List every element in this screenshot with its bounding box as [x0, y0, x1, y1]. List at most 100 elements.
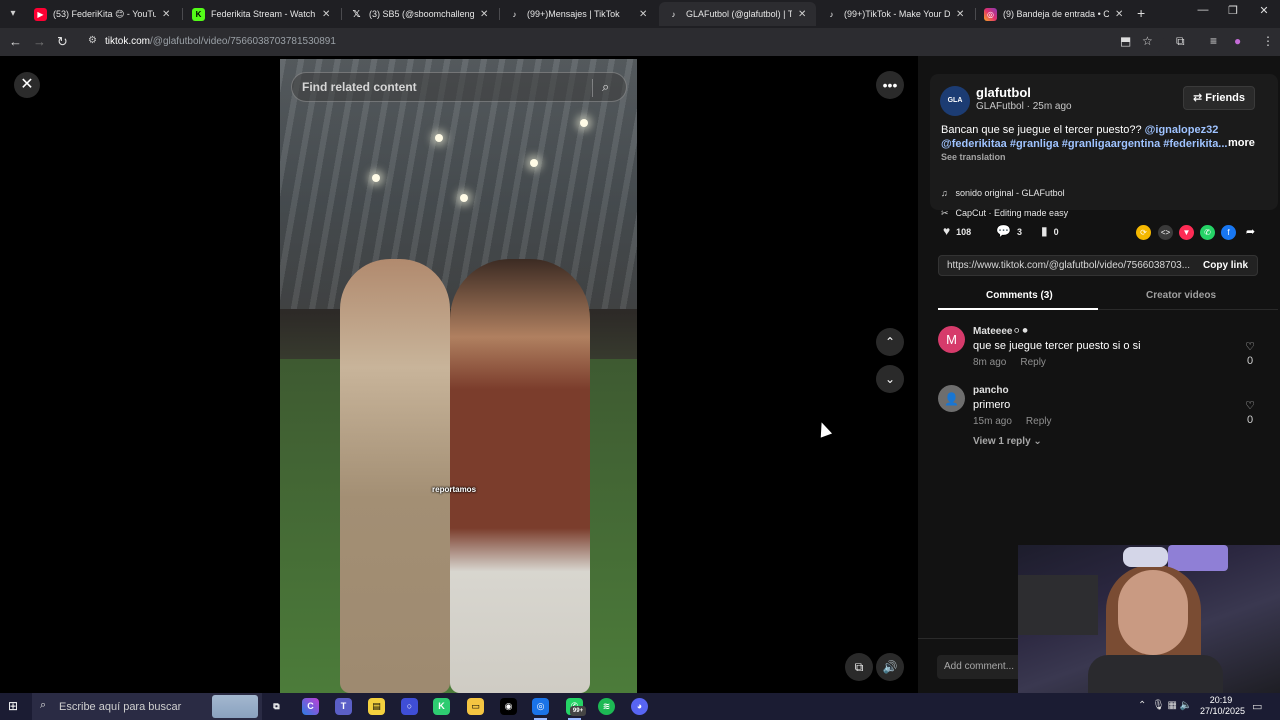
- chevron-up-icon[interactable]: ⌃: [1138, 700, 1146, 711]
- new-tab-button[interactable]: +: [1137, 5, 1145, 21]
- bookmark-star-icon[interactable]: ☆: [1142, 34, 1153, 48]
- kick-app-icon[interactable]: K: [433, 698, 450, 715]
- profile-avatar-icon[interactable]: ●: [1234, 34, 1241, 48]
- tab-search-icon[interactable]: ▾: [4, 5, 22, 23]
- previous-video-button[interactable]: ⌃: [876, 328, 904, 356]
- send-to-friends-icon[interactable]: ▼: [1179, 225, 1194, 240]
- author-avatar[interactable]: GLA: [940, 86, 970, 116]
- mention-link[interactable]: @ignalopez32: [1145, 124, 1219, 136]
- commenter-name[interactable]: Mateeee⚪⚫: [973, 326, 1029, 337]
- restore-window-button[interactable]: ❐: [1218, 4, 1248, 17]
- hashtag-link[interactable]: #granligaargentina: [1062, 138, 1160, 150]
- next-video-button[interactable]: ⌄: [876, 365, 904, 393]
- see-translation-link[interactable]: See translation: [941, 152, 1006, 162]
- extensions-icon[interactable]: ⧉: [1176, 34, 1185, 49]
- close-tab-icon[interactable]: ✕: [956, 9, 966, 20]
- hashtag-link[interactable]: #federikita...: [1163, 138, 1227, 150]
- copy-link-button[interactable]: Copy link: [1203, 260, 1248, 271]
- volume-button[interactable]: 🔊: [876, 653, 904, 681]
- save-button[interactable]: ▮ 0: [1041, 224, 1059, 238]
- description-more-button[interactable]: more: [1228, 137, 1255, 149]
- system-clock[interactable]: 20:19 27/10/2025: [1200, 695, 1245, 717]
- system-tray[interactable]: ⌃ 🎙 ▦ 🔈: [1138, 700, 1192, 711]
- teams-icon[interactable]: T: [335, 698, 352, 715]
- browser-tab[interactable]: ▶ (53) FederiKita 😊 - YouTube ✕: [26, 2, 180, 26]
- comment-button[interactable]: 💬 3: [996, 224, 1022, 238]
- comment-text: primero: [973, 399, 1011, 411]
- comment-like-icon[interactable]: ♡: [1244, 399, 1256, 412]
- friends-button[interactable]: ⇄ Friends: [1183, 86, 1255, 110]
- video-player[interactable]: reportamos: [280, 59, 637, 693]
- forward-button[interactable]: →: [33, 34, 46, 49]
- facebook-share-icon[interactable]: f: [1221, 225, 1236, 240]
- browser-menu-icon[interactable]: ⋮: [1262, 34, 1274, 48]
- share-arrow-icon[interactable]: ➦: [1243, 225, 1258, 240]
- hashtag-link[interactable]: #granliga: [1010, 138, 1059, 150]
- capcut-link[interactable]: ✂ CapCut · Editing made easy: [941, 208, 1068, 219]
- tab-creator-videos[interactable]: Creator videos: [1146, 290, 1216, 301]
- more-options-button[interactable]: •••: [876, 71, 904, 99]
- reply-button[interactable]: Reply: [1020, 357, 1046, 368]
- close-tab-icon[interactable]: ✕: [798, 9, 808, 20]
- site-info-icon[interactable]: ⚙: [88, 35, 97, 46]
- discord-icon[interactable]: ◕: [631, 698, 648, 715]
- browser-tab[interactable]: ♪ (99+)Mensajes | TikTok ✕: [500, 2, 657, 26]
- embed-code-icon[interactable]: <>: [1158, 225, 1173, 240]
- browser-tab[interactable]: ♪ (99+)TikTok - Make Your Day ✕: [817, 2, 974, 26]
- kick-icon: K: [192, 7, 205, 21]
- comment-like-icon[interactable]: ♡: [1244, 340, 1256, 353]
- like-button[interactable]: ♥ 108: [943, 224, 971, 238]
- find-related-search[interactable]: Find related content ⌕: [291, 72, 627, 102]
- install-app-icon[interactable]: ⬒: [1120, 34, 1131, 48]
- close-tab-icon[interactable]: ✕: [639, 9, 649, 20]
- taskbar-search-input[interactable]: Escribe aquí para buscar: [59, 701, 181, 713]
- panel-tabs: Comments (3) Creator videos: [938, 284, 1278, 310]
- close-window-button[interactable]: ✕: [1249, 4, 1279, 17]
- commenter-avatar[interactable]: M: [938, 326, 965, 353]
- search-icon: ⌕: [40, 699, 47, 711]
- speaker-icon[interactable]: 🔈: [1180, 700, 1192, 711]
- media-control-icon[interactable]: ≡: [1210, 34, 1217, 48]
- notification-center-icon[interactable]: ▭: [1252, 700, 1262, 713]
- obs-icon[interactable]: ◉: [500, 698, 517, 715]
- commenter-name[interactable]: pancho: [973, 385, 1009, 396]
- copilot-icon[interactable]: C: [302, 698, 319, 715]
- share-repost-icon[interactable]: ⟳: [1136, 225, 1151, 240]
- whatsapp-share-icon[interactable]: ✆: [1200, 225, 1215, 240]
- close-tab-icon[interactable]: ✕: [1115, 9, 1125, 20]
- commenter-avatar[interactable]: 👤: [938, 385, 965, 412]
- chrome-icon[interactable]: ◎: [532, 698, 549, 720]
- sticky-notes-icon[interactable]: ▤: [368, 698, 385, 715]
- reload-button[interactable]: ↻: [57, 34, 68, 50]
- file-explorer-icon[interactable]: ▭: [467, 698, 484, 715]
- video-link-text[interactable]: https://www.tiktok.com/@glafutbol/video/…: [947, 260, 1192, 271]
- task-view-icon[interactable]: ⧉: [268, 698, 285, 715]
- browser-tab-active[interactable]: ♪ GLAFutbol (@glafutbol) | TikTok ✕: [659, 2, 816, 26]
- browser-tab[interactable]: ◎ (9) Bandeja de entrada • Chats ✕: [976, 2, 1133, 26]
- circle-app-icon[interactable]: ○: [401, 698, 418, 715]
- browser-tab[interactable]: 𝕏 (3) SB5 (@sboomchallenge) / X ✕: [342, 2, 498, 26]
- view-replies-button[interactable]: View 1 reply ⌄: [973, 436, 1042, 447]
- spotify-icon[interactable]: ≋: [598, 698, 615, 715]
- close-tab-icon[interactable]: ✕: [480, 9, 490, 20]
- taskbar-search-box[interactable]: ⌕ Escribe aquí para buscar: [32, 693, 262, 720]
- minimize-window-button[interactable]: —: [1188, 4, 1218, 16]
- microphone-icon[interactable]: 🎙: [1152, 700, 1165, 711]
- windows-start-icon[interactable]: ⊞: [8, 699, 18, 713]
- author-handle[interactable]: glafutbol: [976, 85, 1031, 100]
- address-bar[interactable]: ⚙ tiktok.com/@glafutbol/video/7566038703…: [80, 31, 1164, 53]
- reply-button[interactable]: Reply: [1026, 416, 1052, 427]
- close-tab-icon[interactable]: ✕: [322, 9, 332, 20]
- browser-tab[interactable]: K Federikita Stream - Watch Live ✕: [184, 2, 340, 26]
- network-icon[interactable]: ▦: [1167, 700, 1176, 711]
- tab-comments[interactable]: Comments (3): [986, 290, 1053, 301]
- search-icon[interactable]: ⌕: [602, 79, 609, 95]
- back-button[interactable]: ←: [9, 34, 22, 49]
- mention-link[interactable]: @federikitaa: [941, 138, 1007, 150]
- close-tab-icon[interactable]: ✕: [162, 9, 172, 20]
- search-input[interactable]: Find related content: [302, 80, 417, 94]
- url-text[interactable]: tiktok.com/@glafutbol/video/756603870378…: [105, 36, 336, 47]
- close-video-button[interactable]: ✕: [14, 72, 40, 98]
- sound-link[interactable]: ♫ sonido original - GLAFutbol: [941, 188, 1065, 198]
- floating-player-button[interactable]: ⧉: [845, 653, 873, 681]
